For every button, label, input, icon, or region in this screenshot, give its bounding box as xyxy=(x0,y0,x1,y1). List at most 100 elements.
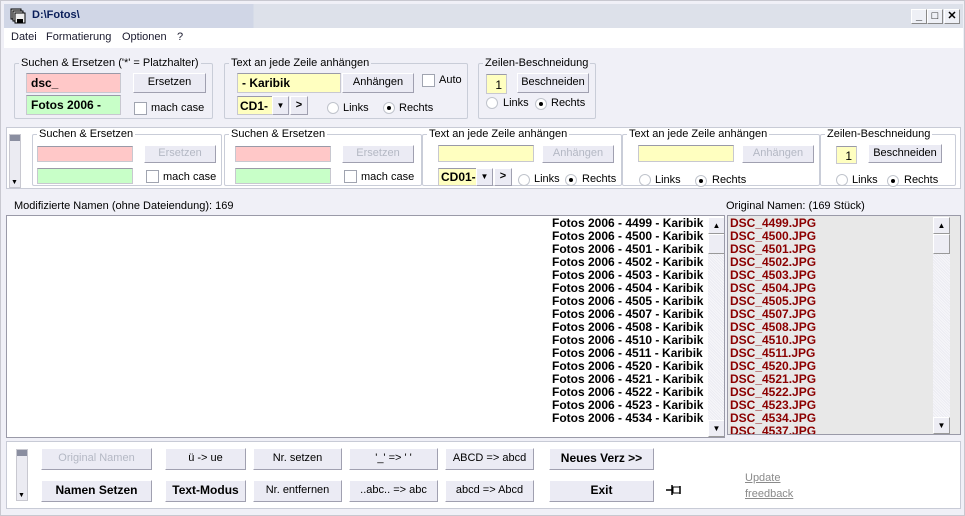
modified-names-label: Modifizierte Namen (ohne Dateiendung): 1… xyxy=(14,200,234,212)
menu-datei[interactable]: Datei xyxy=(11,31,37,43)
action-panel-scrollbar[interactable]: ▼ xyxy=(16,449,28,501)
append-left-label-3: Links xyxy=(655,174,681,186)
match-case-checkbox-2[interactable] xyxy=(146,170,159,183)
title-bar: D:\Fotos\ _ □ ✕ xyxy=(4,4,963,28)
scroll-down-icon[interactable]: ▼ xyxy=(11,179,18,186)
trim-left-radio[interactable] xyxy=(486,97,498,109)
append-button-3[interactable]: Anhängen xyxy=(742,145,814,163)
append-left-label-2: Links xyxy=(534,173,560,185)
search-input[interactable]: dsc_ xyxy=(26,73,121,93)
replace-button-3[interactable]: Ersetzen xyxy=(342,145,414,163)
append-right-label-3: Rechts xyxy=(712,174,747,186)
append-text-input[interactable]: - Karibik xyxy=(237,73,341,93)
replace-input-3[interactable] xyxy=(235,168,331,184)
feedback-link[interactable]: freedback xyxy=(745,488,793,500)
modified-list-scrollbar[interactable]: ▲ ▼ xyxy=(708,217,724,437)
scroll-thumb[interactable] xyxy=(933,234,950,254)
append-text-legend-3: Text an jede Zeile anhängen xyxy=(629,128,768,140)
scroll-down-icon[interactable]: ▼ xyxy=(708,420,724,437)
window-title: D:\Fotos\ xyxy=(32,9,80,21)
search-input-3[interactable] xyxy=(235,146,331,162)
append-left-label: Links xyxy=(343,102,369,114)
set-number-button[interactable]: Nr. setzen xyxy=(253,448,342,470)
next-counter-button-2[interactable]: > xyxy=(494,168,512,186)
new-directory-button[interactable]: Neues Verz >> xyxy=(549,448,654,470)
original-names-list[interactable]: DSC_4499.JPG DSC_4500.JPG DSC_4501.JPG DSC_… xyxy=(727,215,961,435)
trim-left-label-2: Links xyxy=(852,174,878,186)
auto-checkbox[interactable] xyxy=(422,74,435,87)
match-case-checkbox-3[interactable] xyxy=(344,170,357,183)
modified-name-row[interactable]: Fotos 2006 - 4534 - Karibik xyxy=(552,412,703,425)
trim-left-label: Links xyxy=(503,97,529,109)
append-text-input-2[interactable] xyxy=(438,145,534,162)
original-list-scrollbar[interactable]: ▲ ▼ xyxy=(933,217,950,434)
append-text-legend: Text an jede Zeile anhängen xyxy=(231,57,370,69)
trim-right-label: Rechts xyxy=(551,97,586,109)
search-replace-legend-2: Suchen & Ersetzen xyxy=(39,128,134,140)
append-button-2[interactable]: Anhängen xyxy=(542,145,614,163)
trim-right-radio-2[interactable] xyxy=(887,175,899,187)
replace-button-2[interactable]: Ersetzen xyxy=(144,145,216,163)
match-case-checkbox[interactable] xyxy=(134,102,147,115)
close-button[interactable]: ✕ xyxy=(944,9,960,24)
scroll-thumb[interactable] xyxy=(17,450,27,456)
capitalize-button[interactable]: abcd => Abcd xyxy=(445,480,534,502)
replace-input-2[interactable] xyxy=(37,168,133,184)
menu-formatierung[interactable]: Formatierung xyxy=(46,31,111,43)
combo-dropdown-icon-2[interactable]: ▼ xyxy=(476,168,493,186)
exit-button[interactable]: Exit xyxy=(549,480,654,502)
scroll-down-icon[interactable]: ▼ xyxy=(933,417,950,434)
original-names-button[interactable]: Original Namen xyxy=(41,448,152,470)
append-left-radio-2[interactable] xyxy=(518,174,530,186)
append-text-input-3[interactable] xyxy=(638,145,734,162)
counter-combo[interactable]: CD1- xyxy=(237,96,275,115)
trim-dots-button[interactable]: ..abc.. => abc xyxy=(349,480,438,502)
search-replace-legend: Suchen & Ersetzen ('*' = Platzhalter) xyxy=(21,57,199,69)
scroll-down-icon[interactable]: ▼ xyxy=(18,492,25,499)
append-right-radio-2[interactable] xyxy=(565,174,577,186)
append-right-label: Rechts xyxy=(399,102,434,114)
scroll-up-icon[interactable]: ▲ xyxy=(933,217,950,234)
trim-right-radio[interactable] xyxy=(535,98,547,110)
menu-optionen[interactable]: Optionen xyxy=(122,31,167,43)
trim-button-2[interactable]: Beschneiden xyxy=(868,144,942,163)
scroll-thumb[interactable] xyxy=(10,135,20,141)
modified-names-list[interactable]: Fotos 2006 - 4499 - Karibik Fotos 2006 - … xyxy=(6,215,725,438)
menu-bar: Datei Formatierung Optionen ? xyxy=(4,28,963,48)
menu-help[interactable]: ? xyxy=(177,31,183,43)
pin-icon[interactable] xyxy=(666,484,682,496)
text-mode-button[interactable]: Text-Modus xyxy=(165,480,246,502)
combo-dropdown-icon[interactable]: ▼ xyxy=(272,96,289,115)
extra-tools-scrollbar[interactable]: ▼ xyxy=(9,134,21,188)
set-names-button[interactable]: Namen Setzen xyxy=(41,480,152,502)
trim-count-input-2[interactable]: 1 xyxy=(836,146,857,164)
append-right-radio[interactable] xyxy=(383,102,395,114)
replace-button[interactable]: Ersetzen xyxy=(133,73,206,93)
trim-count-input[interactable]: 1 xyxy=(486,74,507,94)
underscore-to-space-button[interactable]: '_' => ' ' xyxy=(349,448,438,470)
counter-combo-2[interactable]: CD01- xyxy=(438,168,478,186)
next-counter-button[interactable]: > xyxy=(290,96,308,115)
scroll-thumb[interactable] xyxy=(708,234,724,254)
append-button[interactable]: Anhängen xyxy=(342,73,414,93)
maximize-button[interactable]: □ xyxy=(927,9,943,24)
scroll-up-icon[interactable]: ▲ xyxy=(708,217,724,234)
update-link[interactable]: Update xyxy=(745,472,780,484)
append-left-radio[interactable] xyxy=(327,102,339,114)
original-names-label: Original Namen: (169 Stück) xyxy=(726,200,865,212)
minimize-button[interactable]: _ xyxy=(911,9,927,24)
original-name-row[interactable]: DSC_4537.JPG xyxy=(730,425,816,435)
app-icon xyxy=(10,8,26,24)
lowercase-button[interactable]: ABCD => abcd xyxy=(445,448,534,470)
umlaut-button[interactable]: ü -> ue xyxy=(165,448,246,470)
match-case-label: mach case xyxy=(151,102,205,114)
append-left-radio-3[interactable] xyxy=(639,174,651,186)
append-right-radio-3[interactable] xyxy=(695,175,707,187)
remove-number-button[interactable]: Nr. entfernen xyxy=(253,480,342,502)
search-input-2[interactable] xyxy=(37,146,133,162)
replace-input[interactable]: Fotos 2006 - xyxy=(26,95,121,115)
trim-button[interactable]: Beschneiden xyxy=(517,73,589,93)
trim-left-radio-2[interactable] xyxy=(836,174,848,186)
trim-legend-2: Zeilen-Beschneidung xyxy=(827,128,931,140)
trim-legend: Zeilen-Beschneidung xyxy=(485,57,589,69)
